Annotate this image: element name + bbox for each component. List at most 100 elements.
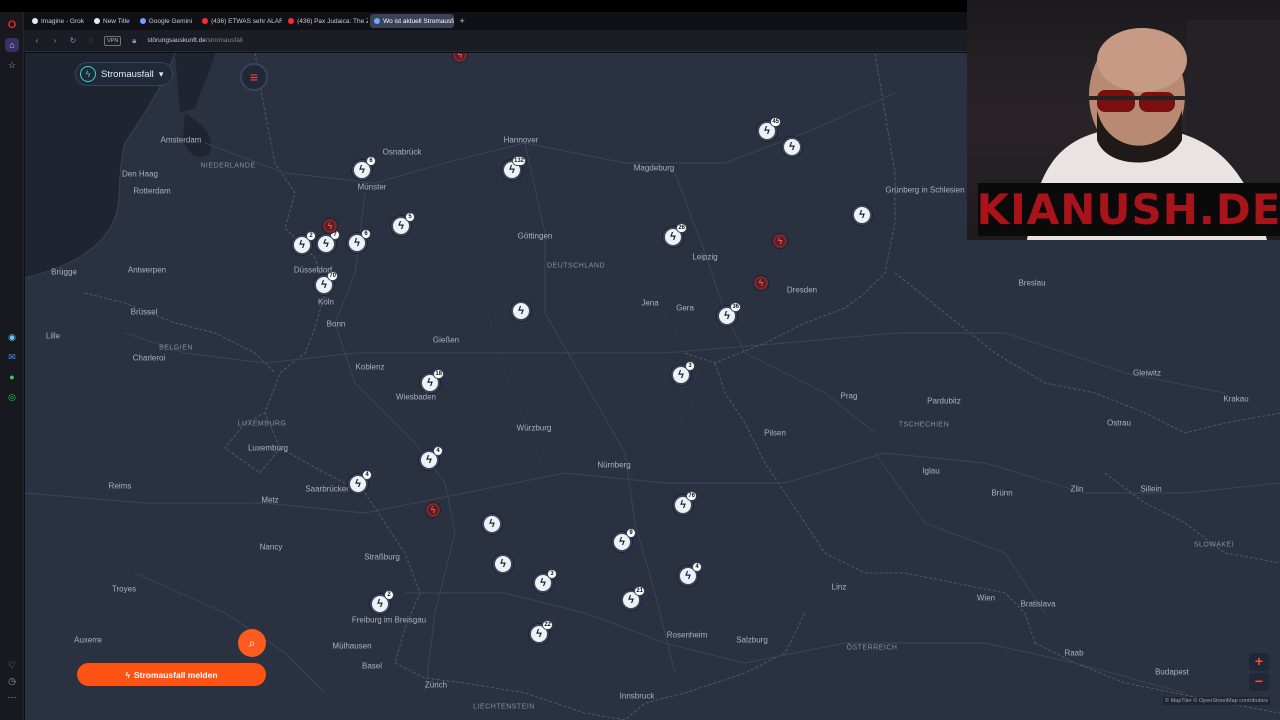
shield-icon[interactable]: ◌ — [86, 36, 96, 45]
active-outage-marker[interactable]: ϟ — [754, 276, 768, 290]
tab-2[interactable]: Google Gemini — [136, 14, 196, 28]
outage-count-badge: 4 — [433, 446, 443, 456]
bolt-icon: ϟ — [764, 124, 770, 137]
opera-logo-icon[interactable]: O — [5, 18, 19, 32]
whatsapp-icon[interactable]: ● — [5, 370, 19, 384]
city-label: Leipzig — [692, 252, 718, 262]
outage-marker[interactable]: ϟ6 — [352, 156, 376, 180]
tab-bar: Imagine - Grok New Title Google Gemini (436… — [24, 12, 968, 30]
search-button[interactable]: ⌕ — [238, 629, 266, 657]
outage-marker[interactable]: ϟ 132 — [502, 156, 526, 180]
bolt-icon: ϟ — [359, 163, 365, 176]
reload-icon[interactable]: ↻ — [68, 36, 78, 45]
city-label: Köln — [317, 297, 335, 307]
active-outage-marker[interactable]: ϟ — [426, 503, 440, 517]
history-icon[interactable]: ◷ — [5, 674, 19, 688]
brand-text: KIANUSH.DE — [976, 185, 1280, 234]
outage-type-selector[interactable]: ϟ Stromausfall ▾ — [75, 62, 174, 86]
outage-marker[interactable]: ϟ5 — [391, 212, 415, 236]
city-label: Den Haag — [121, 169, 159, 179]
active-outage-marker[interactable]: ϟ — [773, 234, 787, 248]
outage-marker[interactable]: ϟ 18 — [420, 369, 444, 393]
tab-1[interactable]: New Title — [90, 14, 134, 28]
outage-marker[interactable]: ϟ 45 — [757, 117, 781, 141]
outage-marker[interactable]: ϟ6 — [347, 229, 371, 253]
tab-favicon-icon — [202, 18, 209, 24]
outage-marker[interactable]: ϟ2 — [292, 231, 316, 255]
tab-3[interactable]: (436) ETWAS sehr ALARMI — [198, 14, 282, 28]
new-tab-button[interactable]: + — [456, 15, 468, 27]
outage-marker[interactable]: ϟ2 — [370, 590, 394, 614]
bolt-icon: ϟ — [680, 498, 686, 511]
bolt-icon: ϟ — [670, 230, 676, 243]
bolt-icon: ϟ — [321, 278, 327, 291]
outage-marker[interactable]: ϟ — [852, 205, 872, 225]
outage-marker[interactable]: ϟ 70 — [314, 271, 338, 295]
bolt-icon: ϟ — [398, 219, 404, 232]
city-label: Salzburg — [736, 635, 768, 645]
zoom-in-button[interactable]: + — [1249, 653, 1269, 671]
outage-marker[interactable]: ϟ9 — [612, 528, 636, 552]
forward-icon[interactable]: › — [50, 36, 60, 45]
city-label: Reims — [108, 481, 132, 491]
city-label: Pilsen — [764, 428, 786, 438]
url-field[interactable]: störungsauskunft.de/stromausfall — [147, 37, 242, 44]
outage-marker[interactable]: ϟ 26 — [663, 223, 687, 247]
city-label: Mülhausen — [332, 641, 372, 651]
bolt-icon: ϟ — [125, 669, 130, 680]
city-label: Raab — [1064, 648, 1084, 658]
outage-marker[interactable]: ϟ4 — [678, 562, 702, 586]
outage-marker[interactable]: ϟ — [493, 554, 513, 574]
menu-button[interactable]: ≡ — [240, 63, 268, 91]
bolt-icon: ϟ — [540, 576, 546, 589]
url-path: /stromausfall — [205, 37, 243, 44]
url-host: störungsauskunft.de — [147, 37, 206, 44]
outage-marker[interactable]: ϟ3 — [671, 361, 695, 385]
spotify-icon[interactable]: ◎ — [5, 390, 19, 404]
report-outage-button[interactable]: ϟ Stromausfall melden — [77, 663, 266, 686]
messenger-icon[interactable]: ✉ — [5, 350, 19, 364]
outage-marker[interactable]: ϟ 76 — [673, 491, 697, 515]
tab-label: (436) Pax Judaica: The Zi — [297, 17, 369, 25]
outage-marker[interactable]: ϟ4 — [348, 470, 372, 494]
country-label: SLOWAKEI — [1193, 541, 1235, 549]
outage-count-badge: 5 — [405, 212, 415, 222]
outage-count-badge: 4 — [362, 470, 372, 480]
city-label: Jena — [641, 298, 659, 308]
active-outage-marker[interactable]: ϟ — [323, 219, 337, 233]
bolt-icon: ϟ — [323, 237, 329, 250]
outage-marker[interactable]: ϟ — [482, 514, 502, 534]
outage-marker[interactable]: ϟ — [511, 301, 531, 321]
outage-marker[interactable]: ϟ 21 — [621, 586, 645, 610]
city-label: Bratislava — [1020, 599, 1056, 609]
heart-icon[interactable]: ♡ — [5, 658, 19, 672]
outage-marker[interactable]: ϟ7 — [316, 230, 340, 254]
outage-marker[interactable]: ϟ 22 — [529, 620, 553, 644]
zoom-out-button[interactable]: − — [1249, 673, 1269, 691]
outage-count-badge: 22 — [542, 620, 553, 630]
outage-marker[interactable]: ϟ 36 — [717, 302, 741, 326]
outage-count-badge: 18 — [433, 369, 444, 379]
bolt-icon: ϟ — [457, 53, 463, 60]
tab-4[interactable]: (436) Pax Judaica: The Zi — [284, 14, 368, 28]
city-label: Gleiwitz — [1132, 368, 1162, 378]
more-icon[interactable]: ⋯ — [5, 690, 19, 704]
outage-marker[interactable]: ϟ3 — [533, 569, 557, 593]
city-label: Magdeburg — [633, 163, 675, 173]
outage-marker[interactable]: ϟ4 — [419, 446, 443, 470]
tab-favicon-icon — [288, 18, 295, 24]
city-label: Wien — [976, 593, 996, 603]
city-label: Antwerpen — [127, 265, 167, 275]
outage-marker[interactable]: ϟ — [782, 137, 802, 157]
ai-icon[interactable]: ◉ — [5, 330, 19, 344]
bolt-icon: ϟ — [354, 236, 360, 249]
tab-5[interactable]: Wo ist aktuell Stromausfa — [370, 14, 455, 28]
city-label: Würzburg — [516, 423, 552, 433]
vpn-badge[interactable]: VPN — [104, 35, 122, 46]
back-icon[interactable]: ‹ — [32, 36, 42, 45]
bolt-icon: ϟ — [377, 597, 383, 610]
bolt-icon: ϟ — [327, 220, 333, 231]
tab-0[interactable]: Imagine - Grok — [28, 14, 88, 28]
home-icon[interactable]: ⌂ — [5, 38, 19, 52]
star-icon[interactable]: ☆ — [5, 58, 19, 72]
